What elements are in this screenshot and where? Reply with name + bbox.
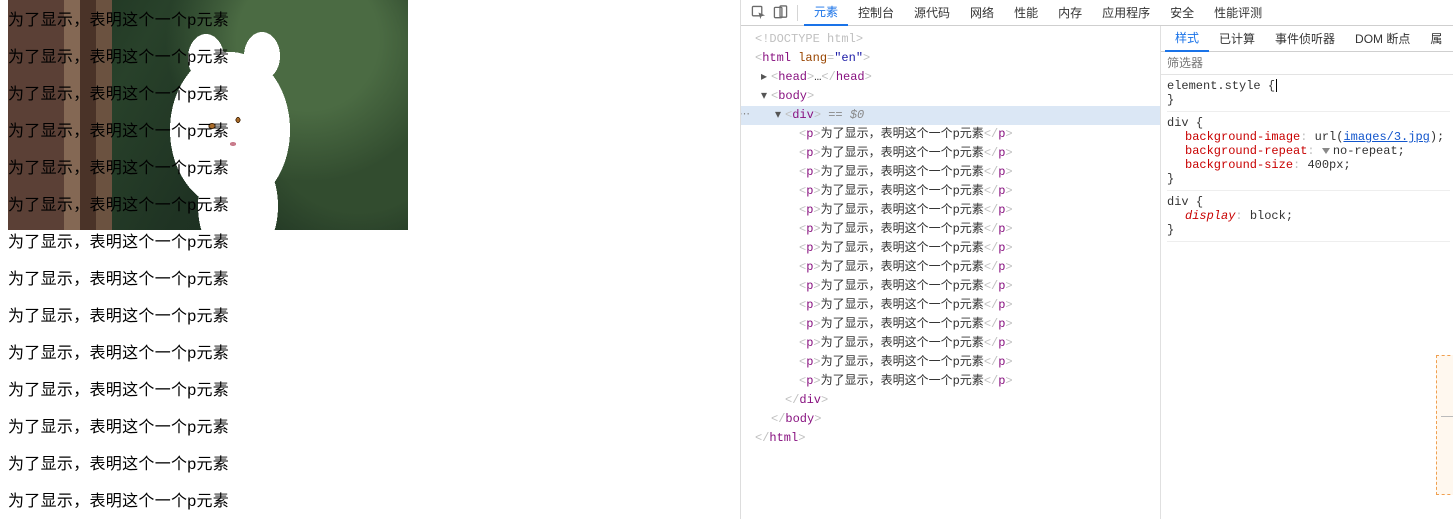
dom-line[interactable]: </div> (741, 391, 1160, 410)
dom-line[interactable]: <p>为了显示，表明这个一个p元素</p> (741, 163, 1160, 182)
dom-line[interactable]: </body> (741, 410, 1160, 429)
dom-line[interactable]: <p>为了显示，表明这个一个p元素</p> (741, 239, 1160, 258)
dom-line[interactable]: ▾<body> (741, 87, 1160, 106)
styles-tabs: 样式已计算事件侦听器DOM 断点属 (1161, 26, 1453, 52)
inspect-icon[interactable] (747, 2, 769, 24)
page-paragraph: 为了显示，表明这个一个p元素 (8, 446, 740, 483)
filter-input[interactable] (1161, 52, 1453, 74)
devtools-toolbar: 元素控制台源代码网络性能内存应用程序安全性能评测 (741, 0, 1453, 26)
styles-tab[interactable]: DOM 断点 (1345, 26, 1420, 52)
page-paragraph: 为了显示，表明这个一个p元素 (8, 261, 740, 298)
page-paragraph: 为了显示，表明这个一个p元素 (8, 224, 740, 261)
dom-line[interactable]: </html> (741, 429, 1160, 448)
styles-rules[interactable]: element.style {}div {background-image: u… (1161, 75, 1453, 519)
page-paragraph: 为了显示，表明这个一个p元素 (8, 335, 740, 372)
devtools-tab[interactable]: 网络 (960, 0, 1004, 26)
devtools-tab[interactable]: 控制台 (848, 0, 904, 26)
devtools-panel: 元素控制台源代码网络性能内存应用程序安全性能评测 <!DOCTYPE html>… (740, 0, 1453, 519)
dom-line[interactable]: <p>为了显示，表明这个一个p元素</p> (741, 277, 1160, 296)
dom-line[interactable]: <p>为了显示，表明这个一个p元素</p> (741, 144, 1160, 163)
dom-line[interactable]: <p>为了显示，表明这个一个p元素</p> (741, 296, 1160, 315)
devtools-tab[interactable]: 源代码 (904, 0, 960, 26)
page-paragraph: 为了显示，表明这个一个p元素 (8, 39, 740, 76)
css-rule[interactable]: element.style {} (1167, 77, 1450, 112)
dom-line[interactable]: <p>为了显示，表明这个一个p元素</p> (741, 315, 1160, 334)
elements-tree[interactable]: <!DOCTYPE html><html lang="en">▸<head>…<… (741, 26, 1161, 519)
devtools-tab[interactable]: 性能 (1004, 0, 1048, 26)
dom-line[interactable]: <p>为了显示，表明这个一个p元素</p> (741, 220, 1160, 239)
separator (797, 5, 798, 21)
dom-line[interactable]: <p>为了显示，表明这个一个p元素</p> (741, 201, 1160, 220)
styles-filter[interactable] (1161, 52, 1453, 75)
dom-line[interactable]: <p>为了显示，表明这个一个p元素</p> (741, 182, 1160, 201)
dom-line[interactable]: <p>为了显示，表明这个一个p元素</p> (741, 372, 1160, 391)
devtools-tab[interactable]: 应用程序 (1092, 0, 1160, 26)
box-model-preview (1436, 355, 1453, 495)
page-paragraph: 为了显示，表明这个一个p元素 (8, 372, 740, 409)
page-paragraph: 为了显示，表明这个一个p元素 (8, 409, 740, 446)
page-paragraph: 为了显示，表明这个一个p元素 (8, 2, 740, 39)
styles-pane: 样式已计算事件侦听器DOM 断点属 element.style {}div {b… (1161, 26, 1453, 519)
devtools-tab[interactable]: 元素 (804, 0, 848, 26)
styles-tab[interactable]: 事件侦听器 (1265, 26, 1345, 52)
dom-line[interactable]: ⋯▾<div> == $0 (741, 106, 1160, 125)
dom-line[interactable]: <!DOCTYPE html> (741, 30, 1160, 49)
dom-line[interactable]: ▸<head>…</head> (741, 68, 1160, 87)
dom-line[interactable]: <p>为了显示，表明这个一个p元素</p> (741, 258, 1160, 277)
css-rule[interactable]: div {background-image: url(images/3.jpg)… (1167, 114, 1450, 191)
dom-line[interactable]: <p>为了显示，表明这个一个p元素</p> (741, 353, 1160, 372)
devtools-tab[interactable]: 内存 (1048, 0, 1092, 26)
dom-line[interactable]: <p>为了显示，表明这个一个p元素</p> (741, 125, 1160, 144)
styles-tab[interactable]: 属 (1420, 26, 1452, 52)
css-rule[interactable]: div {display: block;} (1167, 193, 1450, 242)
styles-tab[interactable]: 样式 (1165, 26, 1209, 52)
page-paragraph: 为了显示，表明这个一个p元素 (8, 113, 740, 150)
rendered-page: 为了显示，表明这个一个p元素为了显示，表明这个一个p元素为了显示，表明这个一个p… (0, 0, 740, 519)
styles-tab[interactable]: 已计算 (1209, 26, 1265, 52)
page-paragraph: 为了显示，表明这个一个p元素 (8, 76, 740, 113)
dom-line[interactable]: <p>为了显示，表明这个一个p元素</p> (741, 334, 1160, 353)
devtools-tab[interactable]: 性能评测 (1204, 0, 1272, 26)
page-paragraph: 为了显示，表明这个一个p元素 (8, 150, 740, 187)
dom-line[interactable]: <html lang="en"> (741, 49, 1160, 68)
page-paragraph: 为了显示，表明这个一个p元素 (8, 298, 740, 335)
paragraph-list: 为了显示，表明这个一个p元素为了显示，表明这个一个p元素为了显示，表明这个一个p… (0, 0, 740, 519)
devtools-tab[interactable]: 安全 (1160, 0, 1204, 26)
page-paragraph: 为了显示，表明这个一个p元素 (8, 483, 740, 519)
devtools-tabs: 元素控制台源代码网络性能内存应用程序安全性能评测 (804, 0, 1272, 26)
device-toggle-icon[interactable] (769, 2, 791, 24)
page-paragraph: 为了显示，表明这个一个p元素 (8, 187, 740, 224)
